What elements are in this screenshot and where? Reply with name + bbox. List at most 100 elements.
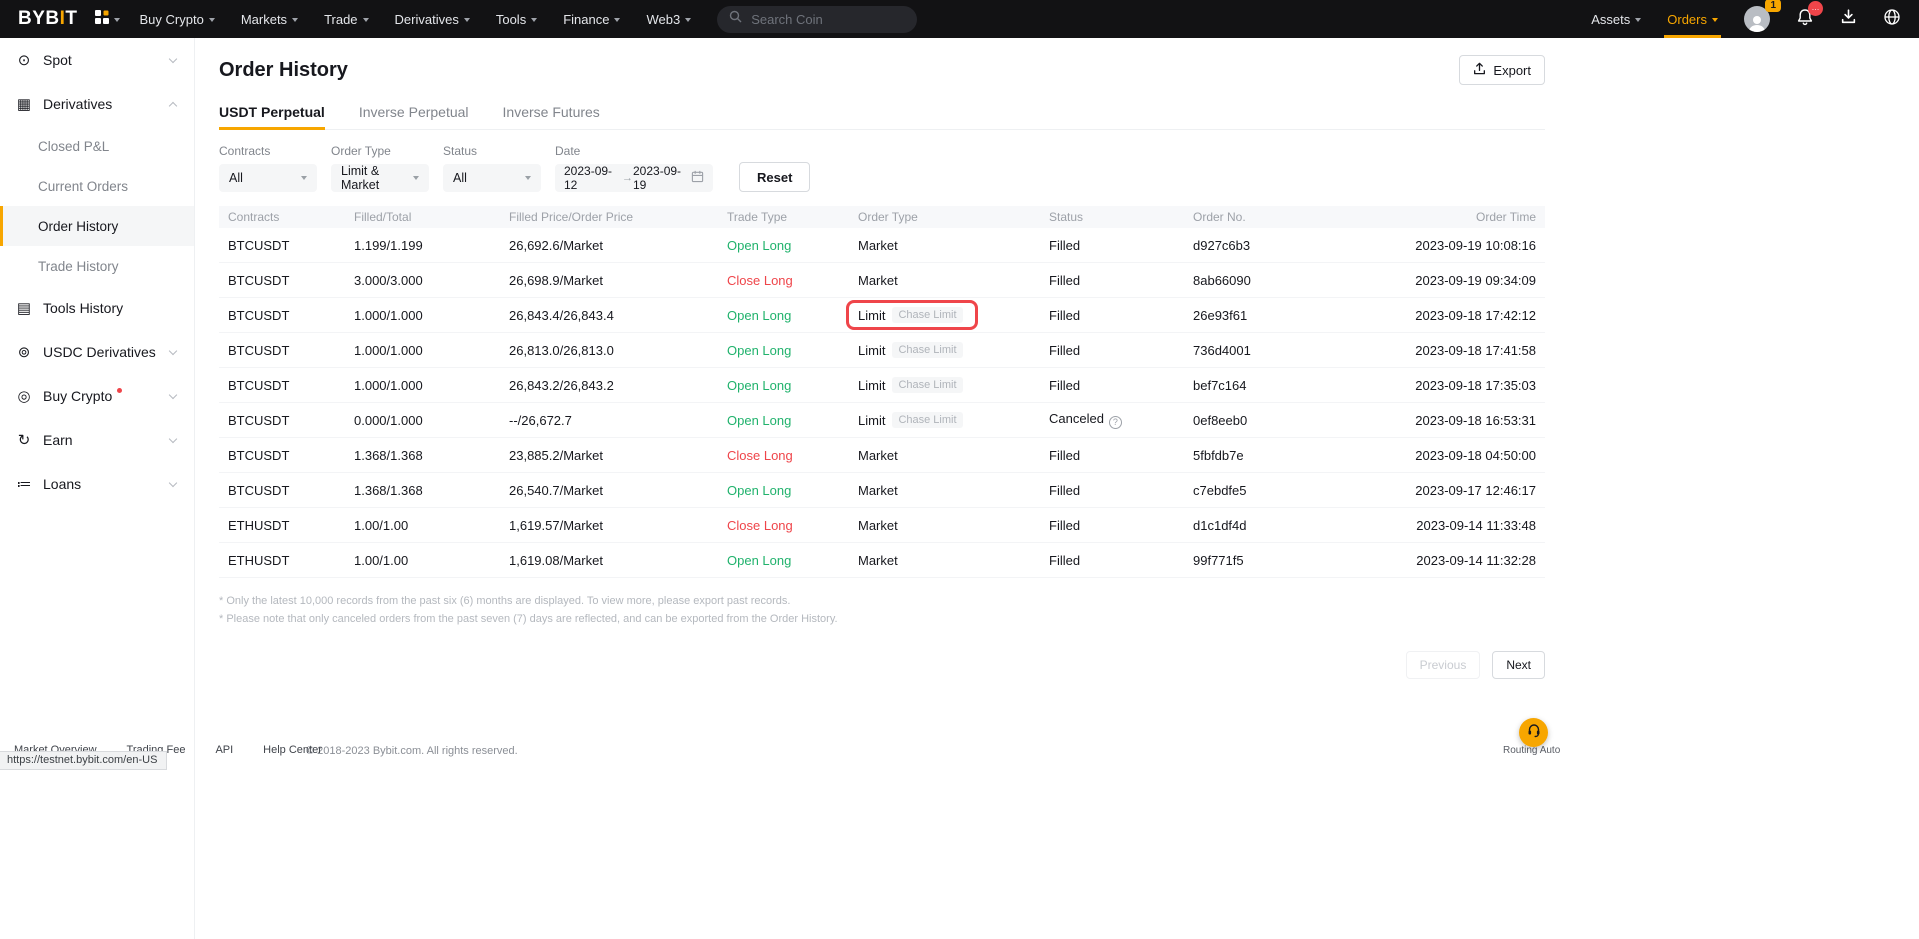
nav-menu-item[interactable]: Trade [324,12,368,27]
sidebar-item-label: Closed P&L [38,139,109,154]
sidebar-item[interactable]: Current Orders [0,166,194,206]
sidebar-item-label: Tools History [43,300,123,316]
table-row[interactable]: BTCUSDT 0.000/1.000 --/26,672.7 Open Lon… [219,403,1545,438]
nav-menu-item[interactable]: Finance [563,12,620,27]
order-time-cell: 2023-09-18 17:35:03 [1394,378,1545,393]
sidebar-item[interactable]: ⊚ USDC Derivatives [0,330,194,374]
reset-button[interactable]: Reset [739,162,810,192]
table-row[interactable]: BTCUSDT 1.000/1.000 26,843.2/26,843.2 Op… [219,368,1545,403]
sidebar-item-label: Trade History [38,259,119,274]
top-navbar: BYBIT Buy Crypto Markets Trade Derivat [0,0,1919,38]
sidebar-item[interactable]: ⊙ Spot [0,38,194,82]
filled-total-cell: 1.000/1.000 [345,308,500,323]
next-page-button[interactable]: Next [1492,651,1545,679]
sidebar-item[interactable]: ▤ Tools History [0,286,194,330]
notifications-button[interactable]: … [1796,8,1814,31]
contract-cell: ETHUSDT [219,518,345,533]
table-row[interactable]: BTCUSDT 1.368/1.368 26,540.7/Market Open… [219,473,1545,508]
sidebar-item[interactable]: ↻ Earn [0,418,194,462]
footer-link[interactable]: Help Center [263,744,322,756]
table-row[interactable]: ETHUSDT 1.00/1.00 1,619.08/Market Open L… [219,543,1545,578]
table-header-cell: Order Type [849,210,1040,224]
sidebar-item[interactable]: ◎ Buy Crypto [0,374,194,418]
tab[interactable]: Inverse Futures [503,104,600,129]
order-type-highlight-box: Limit Chase Limit [858,342,963,358]
order-type-cell: Market [849,553,1040,568]
table-row[interactable]: BTCUSDT 1.000/1.000 26,843.4/26,843.4 Op… [219,298,1545,333]
contract-cell: BTCUSDT [219,378,345,393]
order-type-cell: Market [849,238,1040,253]
sidebar-item-label: Buy Crypto [43,388,112,404]
chevron-icon [169,478,177,486]
table-header-cell: Trade Type [718,210,849,224]
table-row[interactable]: BTCUSDT 1.199/1.199 26,692.6/Market Open… [219,228,1545,263]
table-row[interactable]: BTCUSDT 3.000/3.000 26,698.9/Market Clos… [219,263,1545,298]
sidebar-item[interactable]: ≔ Loans [0,462,194,506]
contracts-select[interactable]: All [219,164,317,192]
order-type-select[interactable]: Limit & Market [331,164,429,192]
coin-search[interactable] [717,6,917,33]
nav-menu-item[interactable]: Buy Crypto [140,12,215,27]
nav-menu-item[interactable]: Web3 [646,12,691,27]
apps-grid-button[interactable] [94,9,120,30]
table-row[interactable]: BTCUSDT 1.368/1.368 23,885.2/Market Clos… [219,438,1545,473]
table-row[interactable]: ETHUSDT 1.00/1.00 1,619.57/Market Close … [219,508,1545,543]
nav-menu: Buy Crypto Markets Trade Derivatives Too… [140,12,692,27]
status-cell: Filled? [1040,518,1184,533]
nav-menu-item[interactable]: Markets [241,12,298,27]
orders-menu[interactable]: Orders [1667,0,1718,38]
chevron-down-icon [464,18,470,22]
date-range-picker[interactable]: 2023-09-12 → 2023-09-19 [555,164,713,192]
chevron-icon [169,434,177,442]
sidebar-item-icon: ▦ [15,95,33,113]
nav-menu-item[interactable]: Derivatives [395,12,470,27]
export-button[interactable]: Export [1459,55,1545,85]
order-type-cell: Limit Chase Limit [849,377,1040,393]
trade-type-cell: Close Long [718,448,849,463]
sidebar-item-label: Current Orders [38,179,128,194]
language-button[interactable] [1883,8,1901,31]
status-cell: Filled? [1040,343,1184,358]
sidebar-item-icon: ◎ [15,387,33,405]
price-cell: 1,619.57/Market [500,518,718,533]
sidebar-item[interactable]: ▦ Derivatives [0,82,194,126]
filled-total-cell: 3.000/3.000 [345,273,500,288]
tab[interactable]: Inverse Perpetual [359,104,469,129]
download-app-button[interactable] [1840,8,1857,30]
bybit-logo[interactable]: BYBIT [18,8,78,30]
calendar-icon [691,170,704,186]
status-cell: Filled? [1040,378,1184,393]
table-header-row: Contracts Filled/Total Filled Price/Orde… [219,206,1545,228]
sidebar-item-icon: ⊚ [15,343,33,361]
status-select[interactable]: All [443,164,541,192]
table-header-cell: Contracts [219,210,345,224]
chase-limit-badge: Chase Limit [892,377,962,393]
sidebar-item[interactable]: Trade History [0,246,194,286]
nav-menu-item[interactable]: Tools [496,12,537,27]
assets-menu[interactable]: Assets [1591,12,1641,27]
order-no-cell: d1c1df4d [1184,518,1394,533]
chevron-down-icon [363,18,369,22]
status-cell: Filled? [1040,238,1184,253]
order-time-cell: 2023-09-14 11:33:48 [1394,518,1545,533]
footer-link[interactable]: API [215,744,233,756]
chevron-down-icon [301,176,307,180]
contract-cell: BTCUSDT [219,413,345,428]
chevron-down-icon [114,18,120,22]
tab[interactable]: USDT Perpetual [219,104,325,129]
trade-type-cell: Close Long [718,273,849,288]
sidebar-item-icon: ↻ [15,431,33,449]
table-row[interactable]: BTCUSDT 1.000/1.000 26,813.0/26,813.0 Op… [219,333,1545,368]
chevron-down-icon [1635,18,1641,22]
account-avatar[interactable]: 1 [1744,6,1770,32]
sidebar-item[interactable]: Order History [0,206,194,246]
order-time-cell: 2023-09-19 10:08:16 [1394,238,1545,253]
sidebar-item[interactable]: Closed P&L [0,126,194,166]
previous-page-button[interactable]: Previous [1406,651,1481,679]
support-chat-button[interactable] [1519,718,1548,747]
canceled-info-icon[interactable]: ? [1109,416,1122,429]
search-input[interactable] [749,11,905,28]
order-type-highlight-box: Market [858,518,898,533]
price-cell: 26,698.9/Market [500,273,718,288]
price-cell: 26,843.2/26,843.2 [500,378,718,393]
